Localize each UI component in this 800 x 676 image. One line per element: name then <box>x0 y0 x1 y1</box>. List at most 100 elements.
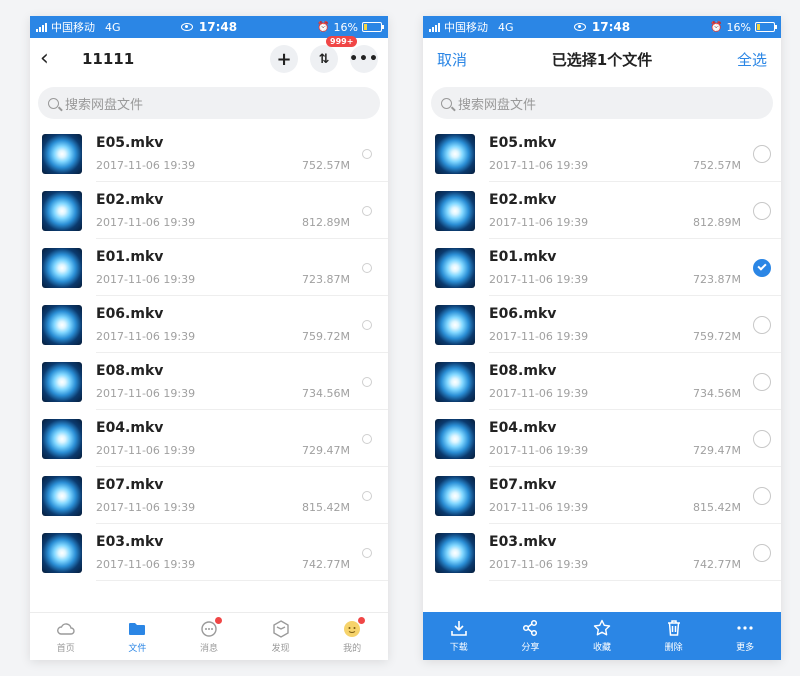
action-label: 更多 <box>736 643 755 653</box>
file-row[interactable]: E06.mkv 2017-11-06 19:39 759.72M <box>423 296 781 353</box>
file-name: E02.mkv <box>489 191 557 208</box>
select-checkbox[interactable] <box>753 201 771 220</box>
select-all-button[interactable]: 全选 <box>737 49 767 70</box>
file-date: 2017-11-06 19:39 <box>489 443 589 457</box>
file-name: E05.mkv <box>489 134 557 151</box>
file-row[interactable]: E05.mkv 2017-11-06 19:39 752.57M <box>30 125 388 182</box>
transfer-icon: ⇅ <box>318 51 330 67</box>
select-circle[interactable] <box>362 205 372 216</box>
search-input[interactable]: 搜索网盘文件 <box>38 87 380 119</box>
cancel-button[interactable]: 取消 <box>437 49 467 70</box>
select-circle[interactable] <box>362 547 372 558</box>
select-circle[interactable] <box>362 319 372 330</box>
tab-folder[interactable]: 文件 <box>102 613 174 660</box>
file-size: 752.57M <box>302 158 350 172</box>
star-button[interactable]: 收藏 <box>566 612 638 660</box>
file-info: E04.mkv 2017-11-06 19:39 729.47M <box>96 419 354 459</box>
file-row[interactable]: E04.mkv 2017-11-06 19:39 729.47M <box>30 410 388 467</box>
video-thumbnail <box>435 190 475 231</box>
video-thumbnail <box>42 361 82 402</box>
select-circle[interactable] <box>362 376 372 387</box>
file-row[interactable]: E02.mkv 2017-11-06 19:39 812.89M <box>423 182 781 239</box>
transfer-button[interactable]: ⇅ 999+ <box>310 36 358 73</box>
select-circle[interactable] <box>362 262 372 273</box>
tab-label: 发现 <box>271 643 290 654</box>
header: ‹ 11111 + ⇅ 999+ ••• <box>30 36 388 80</box>
file-row[interactable]: E03.mkv 2017-11-06 19:39 742.77M <box>30 524 388 581</box>
discover-icon <box>271 619 291 638</box>
file-size: 759.72M <box>302 329 350 343</box>
select-checkbox[interactable] <box>753 429 771 448</box>
select-checkbox[interactable] <box>753 144 771 163</box>
file-name: E06.mkv <box>489 305 557 322</box>
status-right: ⏰ 16% <box>710 21 777 34</box>
file-select-screen: 中国移动 4G 17:48 ⏰ 16% 取消 已选择1个文件 全选 搜索网盘文件… <box>423 16 781 660</box>
search-icon <box>48 97 59 109</box>
file-row[interactable]: E01.mkv 2017-11-06 19:39 723.87M <box>30 239 388 296</box>
video-thumbnail <box>42 304 82 345</box>
file-row[interactable]: E08.mkv 2017-11-06 19:39 734.56M <box>30 353 388 410</box>
search-input[interactable]: 搜索网盘文件 <box>431 87 773 119</box>
file-info: E07.mkv 2017-11-06 19:39 815.42M <box>96 476 354 516</box>
status-bar: 中国移动 4G 17:48 ⏰ 16% <box>30 16 388 38</box>
file-row[interactable]: E01.mkv 2017-11-06 19:39 723.87M <box>423 239 781 296</box>
signal-icon <box>36 22 47 32</box>
download-icon <box>449 619 469 637</box>
network-type: 4G <box>105 20 121 34</box>
file-date: 2017-11-06 19:39 <box>489 500 589 514</box>
download-button[interactable]: 下载 <box>423 612 495 660</box>
select-circle[interactable] <box>362 490 372 501</box>
profile-icon <box>342 616 366 638</box>
video-thumbnail <box>435 133 475 174</box>
share-button[interactable]: 分享 <box>495 612 567 660</box>
status-bar: 中国移动 4G 17:48 ⏰ 16% <box>423 16 781 38</box>
file-info: E04.mkv 2017-11-06 19:39 729.47M <box>489 419 745 459</box>
file-row[interactable]: E08.mkv 2017-11-06 19:39 734.56M <box>423 353 781 410</box>
file-info: E03.mkv 2017-11-06 19:39 742.77M <box>96 533 354 573</box>
file-name: E02.mkv <box>96 191 164 208</box>
select-checkbox[interactable] <box>753 258 771 277</box>
file-row[interactable]: E03.mkv 2017-11-06 19:39 742.77M <box>423 524 781 581</box>
select-checkbox[interactable] <box>753 315 771 334</box>
file-row[interactable]: E06.mkv 2017-11-06 19:39 759.72M <box>30 296 388 353</box>
tab-label: 首页 <box>56 643 75 654</box>
file-row[interactable]: E07.mkv 2017-11-06 19:39 815.42M <box>423 467 781 524</box>
file-date: 2017-11-06 19:39 <box>96 215 196 229</box>
eye-icon <box>573 23 586 31</box>
action-label: 分享 <box>521 643 540 653</box>
tab-discover[interactable]: 发现 <box>245 613 317 660</box>
video-thumbnail <box>435 418 475 459</box>
video-thumbnail <box>42 532 82 573</box>
select-checkbox[interactable] <box>753 372 771 391</box>
file-name: E04.mkv <box>96 419 164 436</box>
tab-cloud[interactable]: 首页 <box>30 613 102 660</box>
file-row[interactable]: E07.mkv 2017-11-06 19:39 815.42M <box>30 467 388 524</box>
file-row[interactable]: E04.mkv 2017-11-06 19:39 729.47M <box>423 410 781 467</box>
file-row[interactable]: E02.mkv 2017-11-06 19:39 812.89M <box>30 182 388 239</box>
file-row[interactable]: E05.mkv 2017-11-06 19:39 752.57M <box>423 125 781 182</box>
file-size: 729.47M <box>693 443 741 457</box>
trash-button[interactable]: 删除 <box>638 612 710 660</box>
select-checkbox[interactable] <box>753 543 771 562</box>
file-info: E06.mkv 2017-11-06 19:39 759.72M <box>489 305 745 345</box>
selection-title: 已选择1个文件 <box>551 50 653 69</box>
back-icon[interactable]: ‹ <box>40 48 64 70</box>
more-icon <box>735 619 755 637</box>
tab-message[interactable]: 消息 <box>173 613 245 660</box>
video-thumbnail <box>42 133 82 174</box>
file-name: E01.mkv <box>96 248 164 265</box>
select-circle[interactable] <box>362 148 372 159</box>
file-info: E02.mkv 2017-11-06 19:39 812.89M <box>489 191 745 231</box>
select-checkbox[interactable] <box>753 486 771 505</box>
add-button[interactable]: + <box>270 45 298 73</box>
battery-percent: 16% <box>333 20 358 34</box>
more-button[interactable]: 更多 <box>709 612 781 660</box>
file-size: 734.56M <box>302 386 350 400</box>
file-size: 815.42M <box>302 500 350 514</box>
file-size: 812.89M <box>693 215 741 229</box>
status-right: ⏰ 16% <box>317 20 384 34</box>
tab-profile[interactable]: 我的 <box>316 613 388 660</box>
select-circle[interactable] <box>362 433 372 444</box>
file-info: E01.mkv 2017-11-06 19:39 723.87M <box>489 248 745 288</box>
more-button[interactable]: ••• <box>349 45 378 73</box>
